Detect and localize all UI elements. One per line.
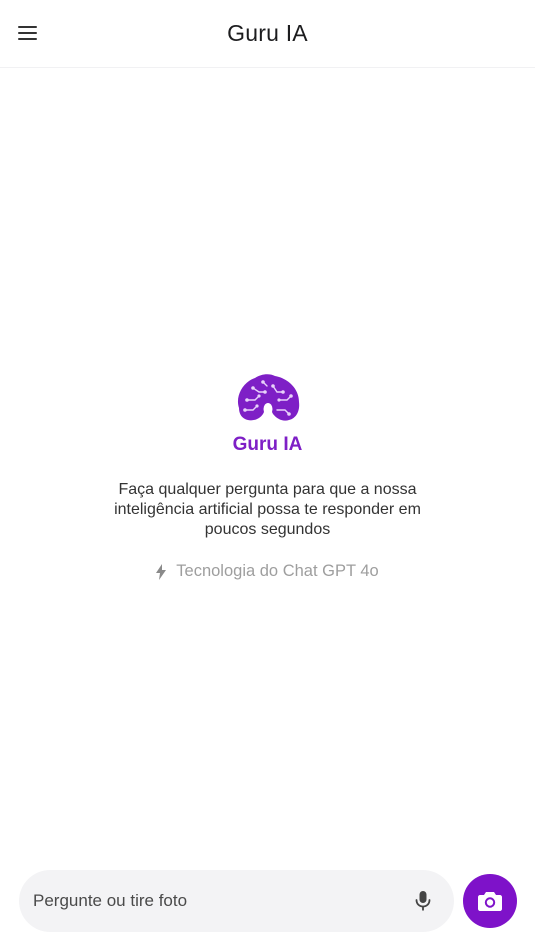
page-title: Guru IA xyxy=(227,20,308,46)
microphone-icon xyxy=(415,891,431,911)
camera-button[interactable] xyxy=(463,874,517,928)
top-bar: Guru IA xyxy=(0,0,535,68)
tech-label: Tecnologia do Chat GPT 4o xyxy=(176,562,379,580)
camera-icon xyxy=(478,892,502,911)
message-input[interactable] xyxy=(33,891,406,911)
tech-info: Tecnologia do Chat GPT 4o xyxy=(156,562,379,581)
welcome-description: Faça qualquer pergunta para que a nossa … xyxy=(114,481,421,538)
welcome-panel: Guru IA Faça qualquer pergunta para que … xyxy=(0,370,535,581)
app-root: Guru IA Guru IA Faça qualquer pergunta p… xyxy=(0,0,535,951)
lightning-bolt-icon xyxy=(156,563,167,580)
brain-circuit-icon xyxy=(237,374,299,421)
brand-name: Guru IA xyxy=(232,434,303,455)
message-composer xyxy=(19,870,454,932)
microphone-button[interactable] xyxy=(406,884,440,918)
